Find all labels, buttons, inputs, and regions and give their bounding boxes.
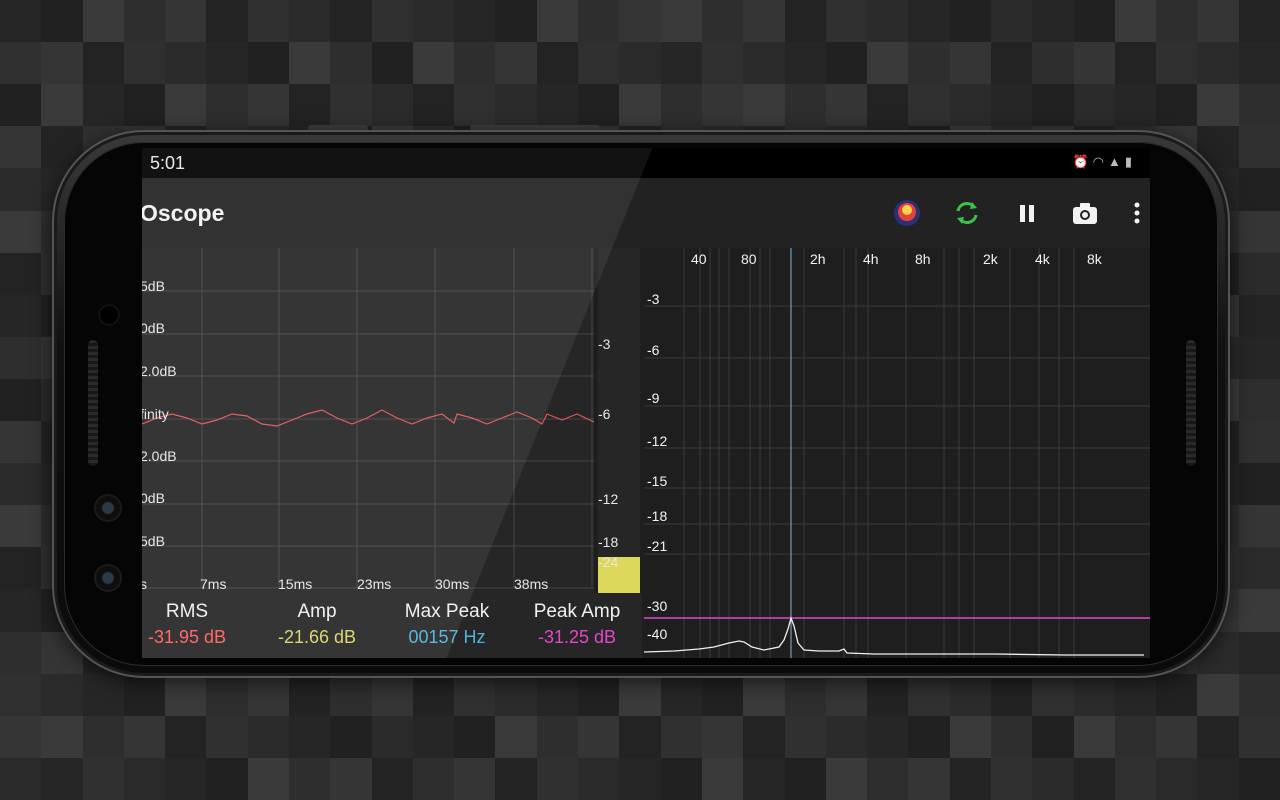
meter-label: -6 <box>598 406 611 422</box>
wifi-icon: ◠ <box>1092 154 1108 169</box>
oscilloscope-panel[interactable]: 5dB 0dB 2.0dB finity 2.0dB 0dB 5dB s 7ms 15ms 23m… <box>142 248 594 593</box>
spec-x-label: 4k <box>1035 251 1050 267</box>
meter-label: -3 <box>598 336 611 352</box>
stat-max-peak-value: 00157 Hz <box>408 627 486 647</box>
signal-icon: ▲ <box>1107 154 1125 169</box>
spec-y-label: -40 <box>647 626 668 642</box>
meter-label: -18 <box>598 534 619 550</box>
refresh-icon[interactable] <box>952 198 982 228</box>
status-icons: ⏰◠▲▮ <box>1072 154 1136 170</box>
phone-screen: 5:01 ⏰◠▲▮ Oscope 5dB 0dB 2.0dB finity 2.… <box>142 148 1150 658</box>
stat-rms-value: -31.95 dB <box>147 627 227 647</box>
spec-y-label: -18 <box>647 508 668 524</box>
battery-icon: ▮ <box>1124 154 1136 169</box>
osc-x-label: 38ms <box>514 576 549 592</box>
camera-icon[interactable] <box>1070 198 1100 228</box>
osc-x-label: 7ms <box>200 576 227 592</box>
spec-y-label: -30 <box>647 598 668 614</box>
front-camera <box>100 306 118 324</box>
stat-amp-label: Amp <box>297 601 337 622</box>
osc-x-label: 23ms <box>357 576 392 592</box>
osc-x-label: s <box>142 576 147 592</box>
stat-peak-amp-value: -31.25 dB <box>537 627 617 647</box>
right-speaker <box>1186 340 1196 466</box>
stat-max-peak-label: Max Peak <box>404 601 490 622</box>
stat-rms: RMS -31.95 dB <box>142 593 252 648</box>
osc-x-label: 15ms <box>278 576 313 592</box>
stats-panel: RMS -31.95 dB Amp -21.66 dB Max Peak 001… <box>142 593 642 658</box>
status-bar: 5:01 ⏰◠▲▮ <box>142 148 1150 178</box>
osc-y-label: 0dB <box>142 320 165 336</box>
pause-icon[interactable] <box>1012 198 1042 228</box>
osc-y-label: finity <box>142 406 169 422</box>
spec-x-label: 8k <box>1087 251 1102 267</box>
spec-y-label: -6 <box>647 342 660 358</box>
level-meter: -3 -6 -12 -18 -24 <box>598 248 640 593</box>
spec-x-label: 2h <box>810 251 826 267</box>
meter-label: -12 <box>598 491 619 507</box>
spec-y-label: -15 <box>647 473 668 489</box>
stat-amp: Amp -21.66 dB <box>252 593 382 648</box>
spec-y-label: -9 <box>647 390 660 406</box>
osc-x-label: 30ms <box>435 576 470 592</box>
spec-y-label: -12 <box>647 433 668 449</box>
osc-y-label: 5dB <box>142 533 165 549</box>
stat-peak-amp-label: Peak Amp <box>533 601 621 622</box>
oscilloscope-grid <box>142 248 594 589</box>
spec-x-label: 2k <box>983 251 998 267</box>
sensor-2 <box>96 566 120 590</box>
app-bar: Oscope <box>142 178 1150 248</box>
osc-y-label: 2.0dB <box>142 363 177 379</box>
osc-y-label: 2.0dB <box>142 448 177 464</box>
stat-rms-label: RMS <box>165 601 209 622</box>
stat-peak-amp: Peak Amp -31.25 dB <box>512 593 642 648</box>
osc-y-label: 5dB <box>142 278 165 294</box>
app-title: Oscope <box>142 200 225 226</box>
spec-x-label: 4h <box>863 251 879 267</box>
spec-x-label: 8h <box>915 251 931 267</box>
spec-y-label: -21 <box>647 538 668 554</box>
spec-x-label: 80 <box>741 251 757 267</box>
stat-amp-value: -21.66 dB <box>277 627 357 647</box>
left-speaker <box>88 340 98 466</box>
stat-max-peak: Max Peak 00157 Hz <box>382 593 512 648</box>
spectrum-grid <box>644 248 1150 658</box>
oscilloscope-trace <box>142 409 594 427</box>
osc-y-label: 0dB <box>142 490 165 506</box>
sensor-1 <box>96 496 120 520</box>
spec-x-label: 40 <box>691 251 707 267</box>
spec-y-label: -3 <box>647 291 660 307</box>
spectrum-panel[interactable]: 40 80 2h 4h 8h 2k 4k 8k -3 -6 -9 -12 -15 -18 -21 -30 -4… <box>644 248 1150 658</box>
alarm-icon: ⏰ <box>1072 154 1093 169</box>
status-time: 5:01 <box>150 153 186 173</box>
meter-label: -24 <box>598 554 619 570</box>
main-content: 5dB 0dB 2.0dB finity 2.0dB 0dB 5dB s 7ms 15ms 23m… <box>142 248 1150 658</box>
more-icon[interactable] <box>1127 198 1147 228</box>
colormap-icon[interactable] <box>892 198 922 228</box>
